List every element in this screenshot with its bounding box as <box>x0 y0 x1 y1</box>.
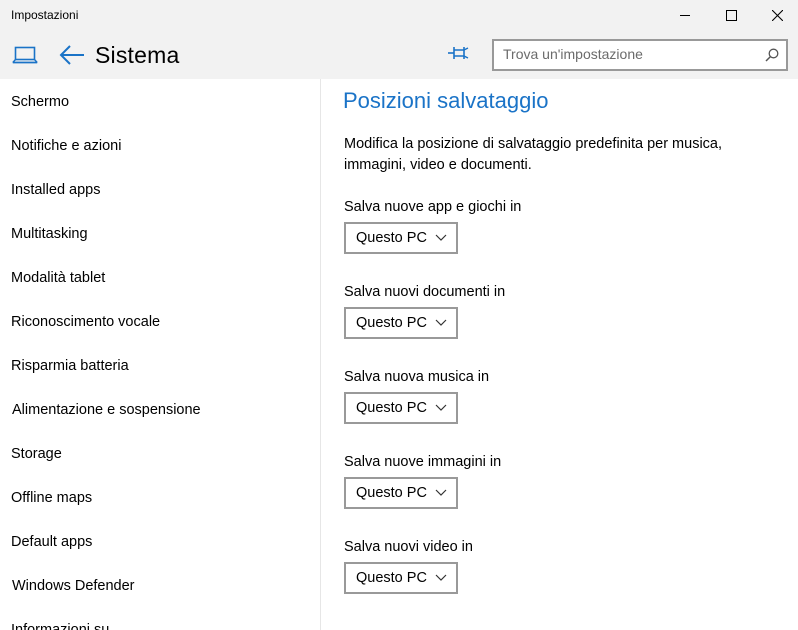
pin-icon <box>448 47 469 59</box>
dropdown-value: Questo PC <box>356 400 427 416</box>
search-box[interactable] <box>492 39 788 71</box>
scrollbar[interactable] <box>790 225 798 545</box>
sidebar-item-multitasking[interactable]: Multitasking <box>11 226 88 242</box>
sidebar-item-riconoscimento-vocale[interactable]: Riconoscimento vocale <box>11 314 160 330</box>
chevron-down-icon <box>435 319 447 326</box>
dropdown-value: Questo PC <box>356 315 427 331</box>
sidebar-item-offline-maps[interactable]: Offline maps <box>11 490 92 506</box>
close-button[interactable] <box>754 0 798 30</box>
page-title: Sistema <box>95 42 180 68</box>
sidebar-item-storage[interactable]: Storage <box>11 446 62 462</box>
videos-location-dropdown[interactable]: Questo PC <box>344 562 458 594</box>
app-header: Sistema <box>0 30 798 79</box>
sidebar-item-installed-apps[interactable]: Installed apps <box>11 182 100 198</box>
sidebar-item-modalita-tablet[interactable]: Modalità tablet <box>11 270 105 286</box>
minimize-button[interactable] <box>662 0 708 30</box>
minimize-icon <box>679 14 690 16</box>
chevron-down-icon <box>435 234 447 241</box>
sidebar-item-schermo[interactable]: Schermo <box>11 94 69 110</box>
main-content: Posizioni salvataggio Modifica la posizi… <box>321 79 798 630</box>
sidebar-item-risparmia-batteria[interactable]: Risparmia batteria <box>11 358 129 374</box>
sidebar-item-notifiche[interactable]: Notifiche e azioni <box>11 138 121 154</box>
section-description: Modifica la posizione di salvataggio pre… <box>344 136 723 173</box>
sidebar-item-informazioni-su[interactable]: Informazioni su <box>11 622 109 630</box>
documents-location-label: Salva nuovi documenti in <box>344 284 506 300</box>
apps-location-dropdown[interactable]: Questo PC <box>344 222 458 254</box>
title-bar: Impostazioni <box>0 0 798 30</box>
pictures-location-label: Salva nuove immagini in <box>344 454 502 470</box>
sidebar-item-default-apps[interactable]: Default apps <box>11 534 92 550</box>
maximize-icon <box>725 9 737 21</box>
music-location-dropdown[interactable]: Questo PC <box>344 392 458 424</box>
dropdown-value: Questo PC <box>356 570 427 586</box>
sidebar: Schermo Notifiche e azioni Installed app… <box>0 79 320 630</box>
pin-button[interactable] <box>447 44 469 67</box>
dropdown-value: Questo PC <box>356 485 427 501</box>
search-icon[interactable] <box>765 48 779 67</box>
dropdown-value: Questo PC <box>356 230 427 246</box>
sidebar-item-alimentazione[interactable]: Alimentazione e sospensione <box>12 402 201 418</box>
documents-location-dropdown[interactable]: Questo PC <box>344 307 458 339</box>
section-heading: Posizioni salvataggio <box>343 88 549 113</box>
music-location-label: Salva nuova musica in <box>344 369 490 385</box>
sidebar-item-windows-defender[interactable]: Windows Defender <box>12 578 135 594</box>
chevron-down-icon <box>435 489 447 496</box>
chevron-down-icon <box>435 404 447 411</box>
laptop-icon <box>12 46 38 69</box>
chevron-down-icon <box>435 574 447 581</box>
window-title: Impostazioni <box>11 8 79 22</box>
close-icon <box>771 9 783 21</box>
apps-location-label: Salva nuove app e giochi in <box>344 199 522 215</box>
videos-location-label: Salva nuovi video in <box>344 539 473 555</box>
pictures-location-dropdown[interactable]: Questo PC <box>344 477 458 509</box>
search-input[interactable] <box>503 46 758 62</box>
back-button[interactable] <box>59 44 85 71</box>
maximize-button[interactable] <box>708 0 754 30</box>
back-arrow-icon <box>59 45 84 65</box>
